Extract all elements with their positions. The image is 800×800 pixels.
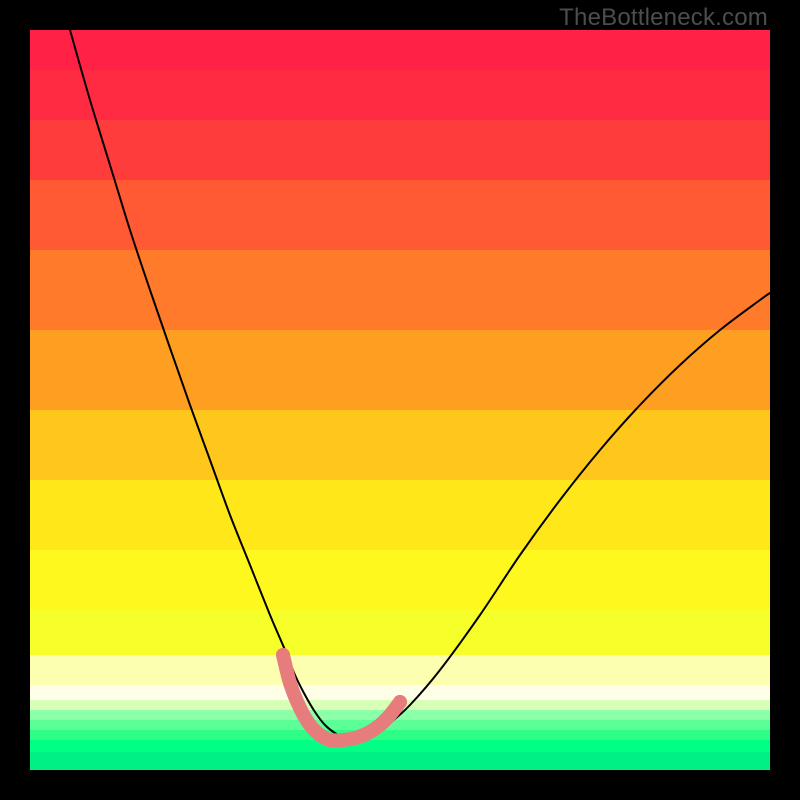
band-endpoint xyxy=(276,648,290,662)
curve-layer xyxy=(30,30,770,770)
bottleneck-curve xyxy=(70,30,770,739)
optimal-range-band xyxy=(283,655,400,740)
watermark-text: TheBottleneck.com xyxy=(559,4,768,32)
band-endpoint xyxy=(393,695,407,709)
plot-area xyxy=(30,30,770,770)
chart-frame: TheBottleneck.com xyxy=(0,0,800,800)
